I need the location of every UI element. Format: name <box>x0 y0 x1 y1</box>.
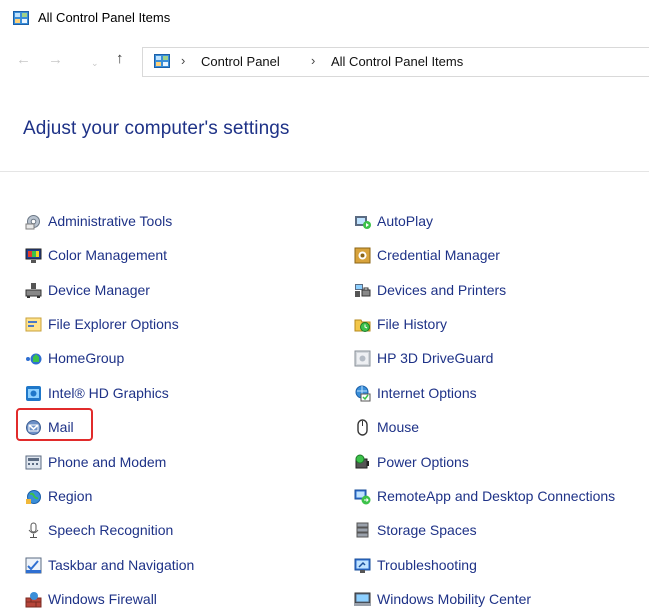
item-devices-and-printers[interactable]: Devices and Printers <box>354 278 506 302</box>
item-label: Region <box>48 488 93 504</box>
item-homegroup[interactable]: HomeGroup <box>25 346 124 370</box>
storage-spaces-icon <box>354 522 371 539</box>
item-autoplay[interactable]: AutoPlay <box>354 209 433 233</box>
mouse-icon <box>354 418 371 436</box>
item-remoteapp-and-desktop-connections[interactable]: RemoteApp and Desktop Connections <box>354 484 615 508</box>
item-windows-mobility-center[interactable]: Windows Mobility Center <box>354 587 531 611</box>
item-label: File Explorer Options <box>48 316 179 332</box>
windows-firewall-icon <box>25 591 42 608</box>
item-region[interactable]: Region <box>25 484 92 508</box>
file-history-icon <box>354 316 371 333</box>
item-label: Internet Options <box>377 385 477 401</box>
hp-3d-driveguard-icon <box>354 350 371 367</box>
item-mouse[interactable]: Mouse <box>354 415 419 439</box>
file-explorer-options-icon <box>25 316 42 333</box>
color-management-icon <box>25 247 42 264</box>
item-device-manager[interactable]: Device Manager <box>25 278 150 302</box>
region-icon <box>25 488 42 505</box>
item-label: File History <box>377 316 448 332</box>
item-label: Intel® HD Graphics <box>48 385 169 401</box>
phone-and-modem-icon <box>25 454 42 471</box>
item-label: Color Management <box>48 247 168 263</box>
microphone-icon <box>25 522 42 539</box>
item-label: Phone and Modem <box>48 454 167 470</box>
item-internet-options[interactable]: Internet Options <box>354 381 477 405</box>
item-credential-manager[interactable]: Credential Manager <box>354 243 500 267</box>
device-manager-icon <box>25 282 42 299</box>
item-windows-firewall[interactable]: Windows Firewall <box>25 587 157 611</box>
autoplay-icon <box>354 213 371 230</box>
item-label: RemoteApp and Desktop Connections <box>377 488 616 504</box>
homegroup-icon <box>25 350 42 367</box>
item-taskbar-and-navigation[interactable]: Taskbar and Navigation <box>25 553 194 577</box>
item-troubleshooting[interactable]: Troubleshooting <box>354 553 477 577</box>
item-label: Administrative Tools <box>48 213 173 229</box>
administrative-tools-icon <box>25 213 42 230</box>
internet-options-icon <box>354 385 371 402</box>
item-label: Devices and Printers <box>377 282 507 298</box>
item-label: Taskbar and Navigation <box>48 557 195 573</box>
item-administrative-tools[interactable]: Administrative Tools <box>25 209 172 233</box>
item-label: HP 3D DriveGuard <box>377 350 494 366</box>
item-color-management[interactable]: Color Management <box>25 243 167 267</box>
item-label: AutoPlay <box>377 213 434 229</box>
item-label: Mouse <box>377 419 420 435</box>
taskbar-and-navigation-icon <box>25 557 42 574</box>
item-label: Windows Mobility Center <box>377 591 532 607</box>
power-options-icon <box>354 454 371 471</box>
item-speech-recognition[interactable]: Speech Recognition <box>25 518 173 542</box>
item-label: Device Manager <box>48 282 150 298</box>
devices-and-printers-icon <box>354 282 371 299</box>
item-power-options[interactable]: Power Options <box>354 450 469 474</box>
item-label: Storage Spaces <box>377 522 477 538</box>
item-label: Credential Manager <box>377 247 500 263</box>
item-label: Power Options <box>377 454 469 470</box>
credential-manager-icon <box>354 247 371 264</box>
item-label: Windows Firewall <box>48 591 157 607</box>
remoteapp-icon <box>354 488 371 505</box>
troubleshooting-icon <box>354 557 371 574</box>
item-label: HomeGroup <box>48 350 125 366</box>
item-intel-hd-graphics[interactable]: Intel® HD Graphics <box>25 381 169 405</box>
control-panel-items: Administrative Tools Color Management De… <box>0 0 649 609</box>
intel-graphics-icon <box>25 385 42 402</box>
item-storage-spaces[interactable]: Storage Spaces <box>354 518 477 542</box>
windows-mobility-center-icon <box>354 591 371 608</box>
item-label: Speech Recognition <box>48 522 174 538</box>
item-file-explorer-options[interactable]: File Explorer Options <box>25 312 179 336</box>
item-phone-and-modem[interactable]: Phone and Modem <box>25 450 166 474</box>
mail-highlight-box <box>16 408 93 441</box>
item-label: Troubleshooting <box>377 557 477 573</box>
item-file-history[interactable]: File History <box>354 312 447 336</box>
item-hp-3d-driveguard[interactable]: HP 3D DriveGuard <box>354 346 493 370</box>
